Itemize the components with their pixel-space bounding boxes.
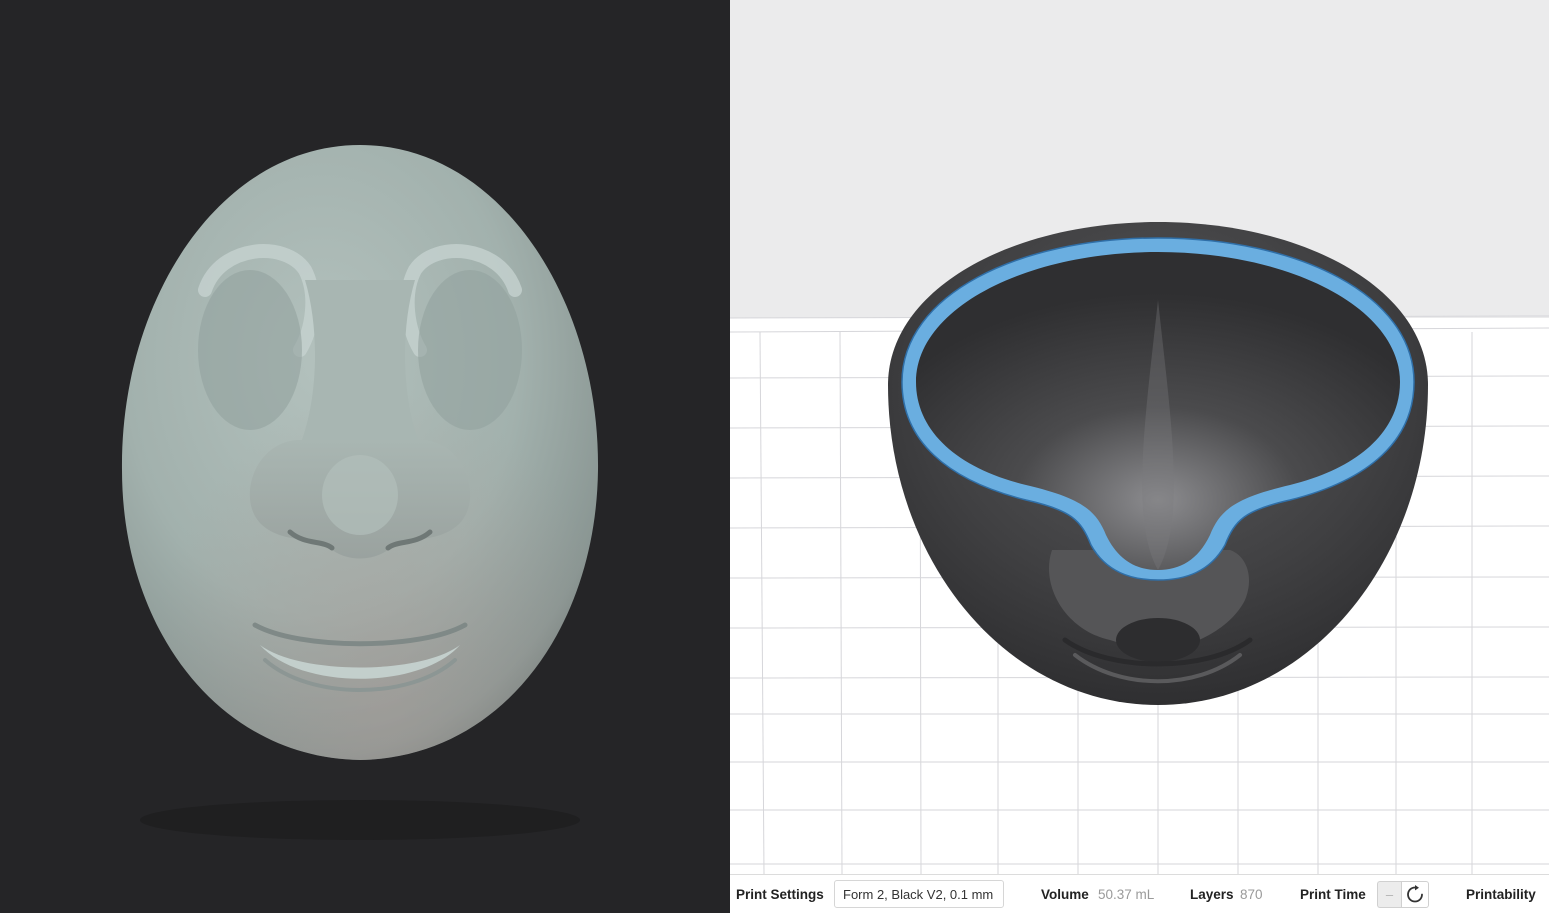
layers-value: 870	[1240, 887, 1263, 902]
volume-value: 50.37 mL	[1098, 887, 1155, 902]
layers-label: Layers	[1190, 887, 1234, 902]
build-platform-view[interactable]	[730, 0, 1549, 874]
print-settings-field[interactable]: Form 2, Black V2, 0.1 mm	[834, 880, 1004, 908]
egg-face-image	[0, 0, 730, 913]
refresh-button[interactable]	[1401, 881, 1429, 908]
printability-label[interactable]: Printability	[1466, 887, 1536, 902]
print-viewport[interactable]	[730, 0, 1549, 913]
egg-face-render	[0, 0, 730, 913]
status-bar: Print Settings Form 2, Black V2, 0.1 mm …	[730, 874, 1549, 913]
print-time-label: Print Time	[1300, 887, 1366, 902]
refresh-icon	[1407, 885, 1423, 903]
print-settings-label: Print Settings	[736, 887, 824, 902]
volume-label: Volume	[1041, 887, 1089, 902]
print-time-value: –	[1377, 881, 1401, 908]
